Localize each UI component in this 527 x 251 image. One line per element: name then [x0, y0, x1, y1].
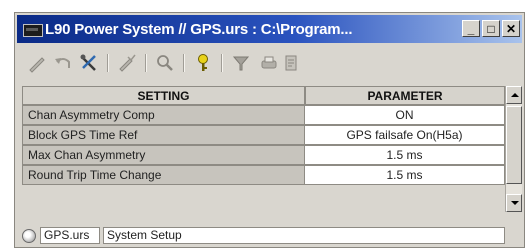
toolbar-separator — [183, 54, 185, 72]
status-section-name: System Setup — [103, 227, 505, 244]
undo-icon[interactable] — [51, 52, 75, 74]
column-header-parameter[interactable]: PARAMETER — [305, 86, 505, 105]
toolbar-separator — [145, 54, 147, 72]
print-icon[interactable] — [257, 52, 281, 74]
parameter-cell[interactable]: GPS failsafe On(H5a) — [305, 125, 505, 145]
toolbar — [17, 46, 522, 80]
tools-icon[interactable] — [77, 52, 101, 74]
minimize-button[interactable]: _ — [462, 20, 480, 37]
app-icon — [23, 24, 43, 37]
parameter-cell[interactable]: 1.5 ms — [305, 165, 505, 185]
status-file-name: GPS.urs — [40, 227, 100, 244]
status-bar: GPS.urs System Setup — [16, 226, 523, 246]
scroll-down-button[interactable] — [506, 194, 522, 212]
scroll-thumb[interactable] — [506, 106, 522, 184]
help-key-icon[interactable] — [191, 52, 215, 74]
table-row[interactable]: Round Trip Time Change 1.5 ms — [22, 165, 505, 185]
edit-check-icon[interactable] — [115, 52, 139, 74]
document-icon[interactable] — [279, 52, 303, 74]
table-row[interactable]: Max Chan Asymmetry 1.5 ms — [22, 145, 505, 165]
setting-cell: Block GPS Time Ref — [22, 125, 305, 145]
setting-cell: Max Chan Asymmetry — [22, 145, 305, 165]
close-button[interactable]: ✕ — [502, 20, 520, 37]
pencil-icon[interactable] — [25, 52, 49, 74]
toolbar-separator — [221, 54, 223, 72]
setting-cell: Chan Asymmetry Comp — [22, 105, 305, 125]
window-title: L90 Power System // GPS.urs : C:\Program… — [45, 21, 353, 38]
parameter-cell[interactable]: 1.5 ms — [305, 145, 505, 165]
setting-cell: Round Trip Time Change — [22, 165, 305, 185]
vertical-scrollbar[interactable] — [505, 86, 522, 212]
status-indicator-icon — [22, 229, 36, 243]
title-bar[interactable]: L90 Power System // GPS.urs : C:\Program… — [17, 15, 522, 43]
filter-icon[interactable] — [229, 52, 253, 74]
search-icon[interactable] — [153, 52, 177, 74]
column-header-setting[interactable]: SETTING — [22, 86, 305, 105]
maximize-button[interactable]: □ — [482, 20, 500, 37]
toolbar-separator — [107, 54, 109, 72]
scroll-up-button[interactable] — [506, 86, 522, 104]
parameter-cell[interactable]: ON — [305, 105, 505, 125]
table-row[interactable]: Chan Asymmetry Comp ON — [22, 105, 505, 125]
table-row[interactable]: Block GPS Time Ref GPS failsafe On(H5a) — [22, 125, 505, 145]
